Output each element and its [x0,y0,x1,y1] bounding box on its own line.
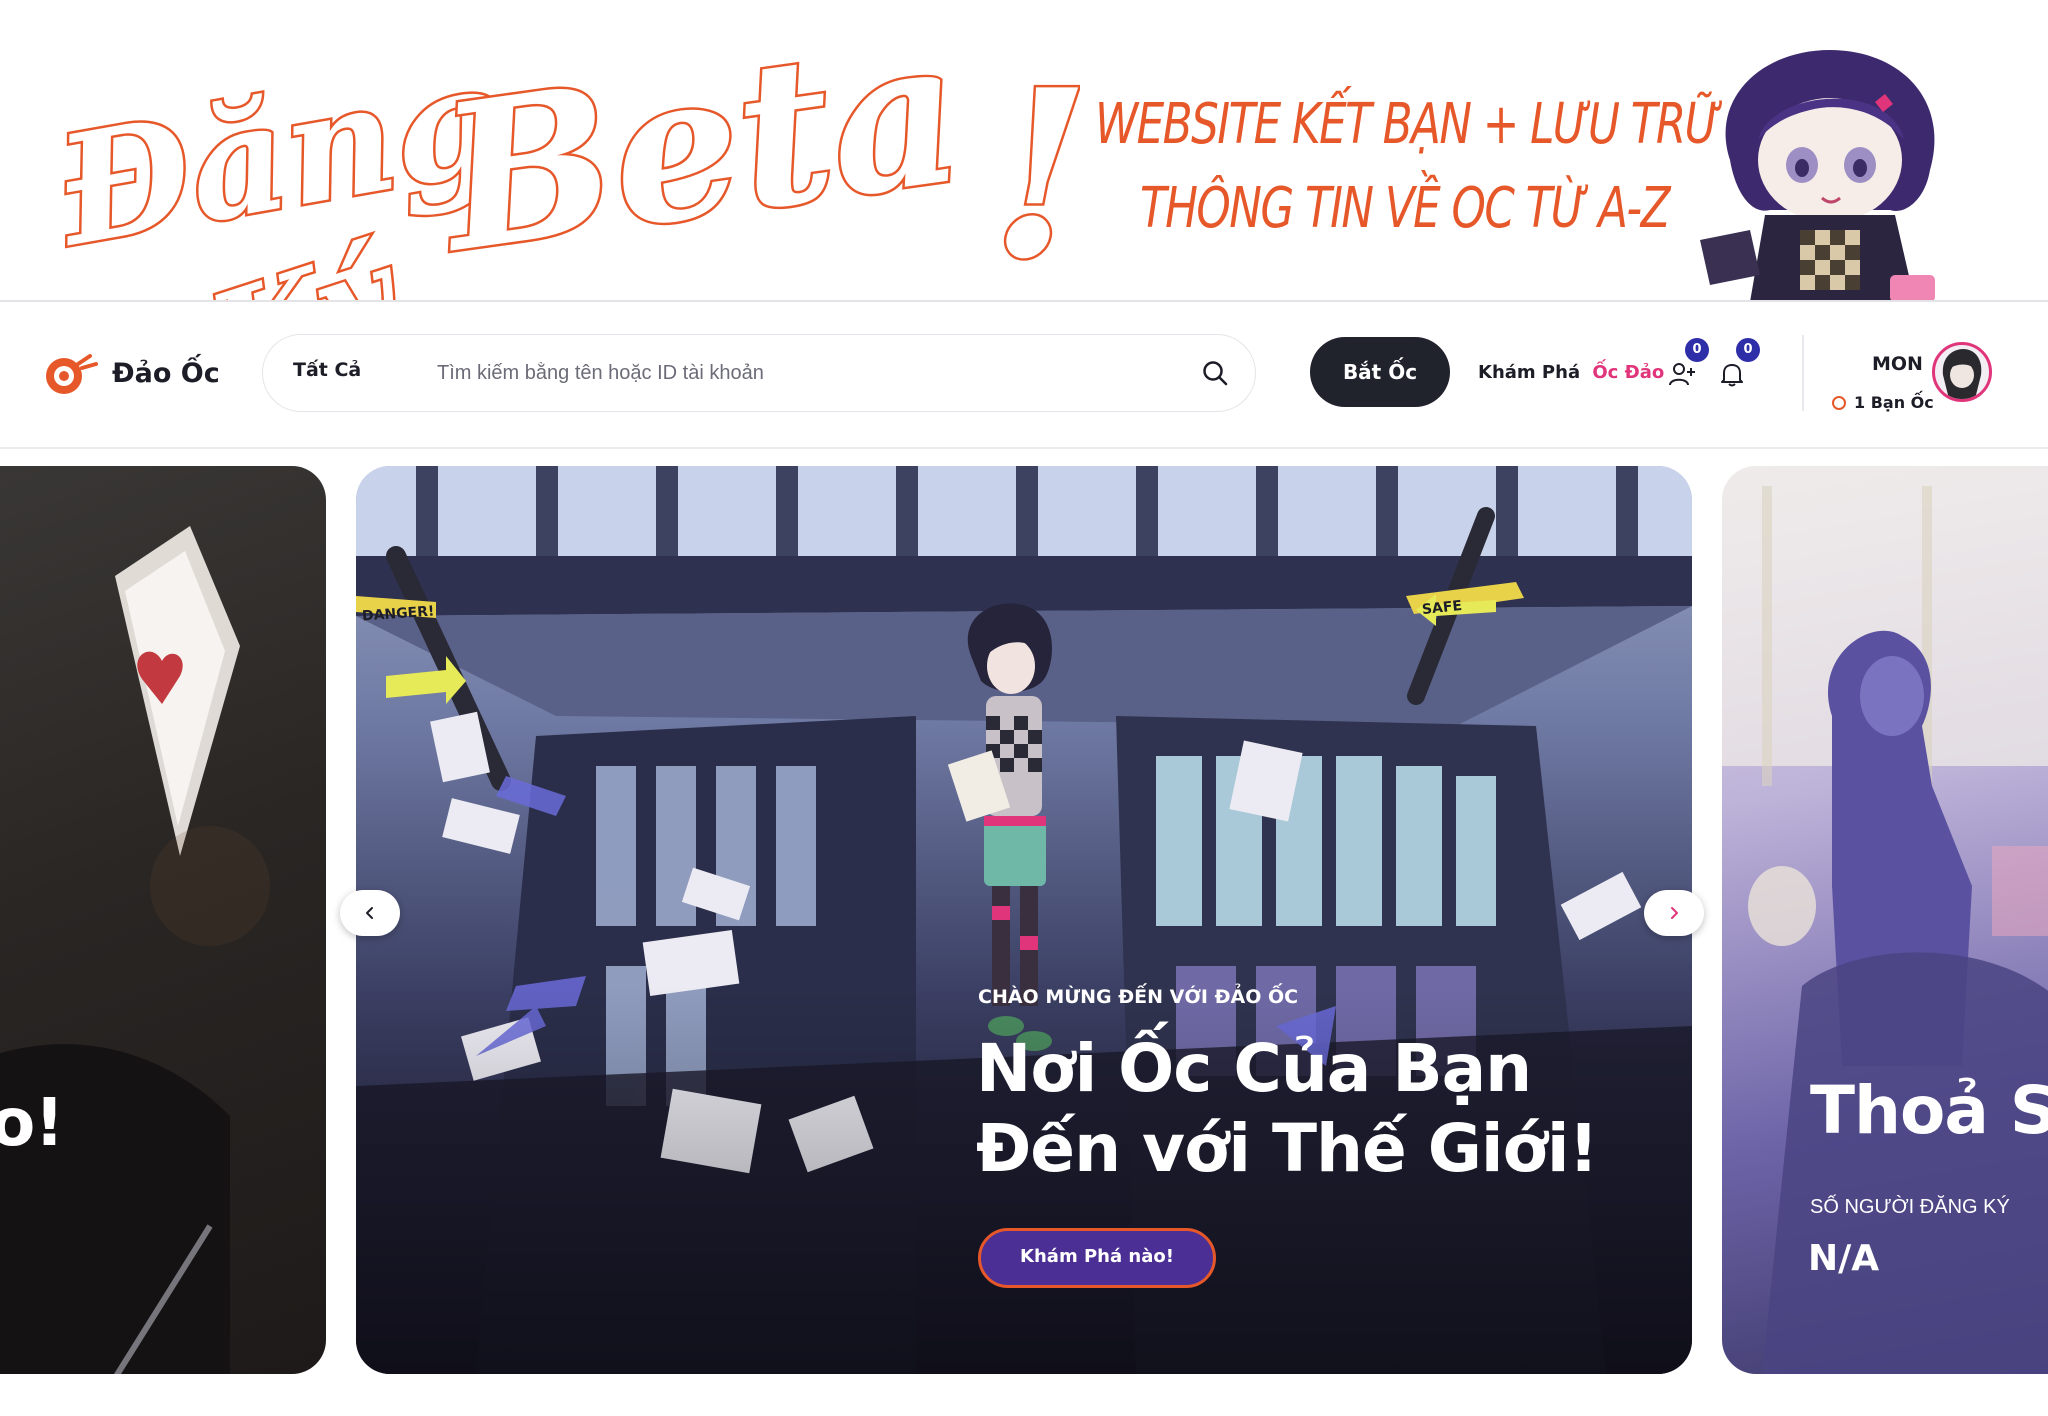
user-name[interactable]: MON [1872,353,1923,375]
user-friend-count: 1 Bạn Ốc [1854,393,1934,412]
promo-banner: Đăng Ký Beta ! WEBSITE KẾT BẠN + LƯU TRỮ… [0,0,2048,300]
tagline-line-1: WEBSITE KẾT BẠN + LƯU TRỮ [1095,92,1721,157]
carousel-slide-next[interactable]: Thoả S SỐ NGƯỜI ĐĂNG KÝ N/A [1722,466,2048,1374]
logo-text: Đảo Ốc [112,357,220,389]
carousel-slide-previous[interactable]: o! [0,466,326,1374]
search-input[interactable] [435,353,1139,393]
hero-kicker: CHÀO MỪNG ĐẾN VỚI ĐẢO ỐC [978,986,1299,1008]
avatar[interactable] [1932,342,1992,402]
add-friend-icon [1669,363,1695,386]
carousel-prev-button[interactable] [340,890,400,936]
chevron-right-icon [1671,907,1678,919]
explore-link-prefix: Khám Phá [1478,362,1581,383]
registered-users-value: N/A [1808,1238,1880,1279]
carousel-next-button[interactable] [1644,890,1704,936]
notifications-badge: 0 [1736,338,1760,362]
header-divider [1802,335,1804,411]
previous-slide-title: o! [0,1084,64,1161]
hero-title-line-1: Nơi Ốc Của Bạn [976,1030,1532,1107]
chevron-left-icon [366,907,373,919]
script-exclaim: ! [990,40,1080,300]
search-icon[interactable] [1201,359,1229,387]
beta-signup-script: Đăng Ký Beta ! [40,0,1080,300]
previous-slide-artwork [0,526,270,1374]
explore-link-highlight: Ốc Đảo [1592,362,1665,383]
notifications-button[interactable] [1718,360,1752,394]
friend-requests-button[interactable] [1668,360,1702,394]
friend-requests-badge: 0 [1685,338,1709,362]
hero-title-line-2: Đến với Thế Giới! [976,1110,1599,1187]
snail-logo-icon [46,354,98,394]
next-slide-title: Thoả S [1810,1072,2048,1149]
user-status: 1 Bạn Ốc [1832,393,1934,412]
site-logo[interactable]: Đảo Ốc [42,350,252,396]
bell-icon [1721,364,1743,387]
avatar-image [1942,349,1982,399]
registered-users-label: SỐ NGƯỜI ĐĂNG KÝ [1810,1196,2010,1218]
explore-link[interactable]: Khám Phá Ốc Đảo [1478,362,1664,383]
search-bar[interactable]: Tất Cả [262,334,1256,412]
tagline-line-2: THÔNG TIN VỀ OC TỪ A-Z [1140,176,1671,241]
carousel-slide-active[interactable]: DANGER! SAFE CHÀO MỪNG ĐẾN VỚI ĐẢO ỐC Nơ… [356,466,1692,1374]
script-beta: Beta [424,0,975,298]
search-category-dropdown[interactable]: Tất Cả [293,359,361,381]
bat-oc-button[interactable]: Bắt Ốc [1310,337,1450,407]
next-slide-artwork [1722,466,2048,1374]
explore-now-button[interactable]: Khám Phá nào! [978,1228,1216,1288]
snail-count-icon [1832,395,1846,410]
mascot-illustration [1700,50,1935,300]
